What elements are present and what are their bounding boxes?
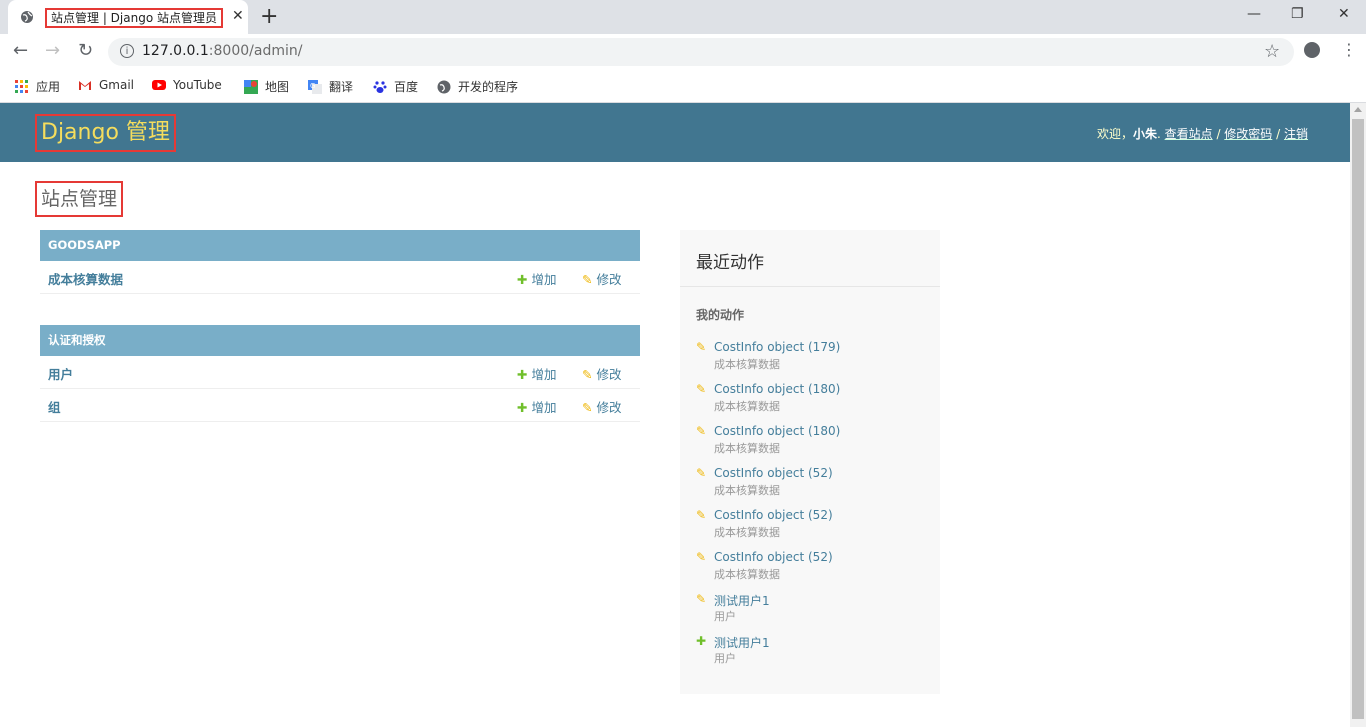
model-link[interactable]: 组 [48, 397, 61, 416]
module-caption[interactable]: GOODSAPP [40, 230, 640, 261]
bookmark-youtube[interactable]: YouTube [152, 78, 222, 92]
kebab-menu-icon[interactable]: ⋮ [1341, 40, 1357, 59]
action-type: 用户 [714, 610, 736, 623]
pencil-icon: ✎ [696, 550, 707, 564]
action-type: 用户 [714, 652, 736, 665]
globe-icon [437, 80, 451, 93]
bookmark-translate[interactable]: G 翻译 [308, 78, 353, 95]
info-icon[interactable]: i [120, 44, 134, 58]
action-link[interactable]: 测试用户1 [714, 634, 770, 651]
pencil-icon: ✎ [696, 508, 707, 522]
action-link[interactable]: CostInfo object (180) [714, 382, 840, 396]
admin-page: Django 管理 欢迎，小朱. 查看站点 / 修改密码 / 注销 站点管理 G… [0, 103, 1350, 727]
add-icon: ✚ [696, 634, 707, 648]
view-site-link[interactable]: 查看站点 [1165, 127, 1213, 141]
back-arrow-icon[interactable]: ← [13, 40, 28, 61]
logout-link[interactable]: 注销 [1284, 127, 1308, 141]
model-row: 成本核算数据 ✚ 增加 ✎ 修改 [40, 261, 640, 294]
forward-arrow-icon[interactable]: → [45, 40, 60, 61]
action-link[interactable]: 测试用户1 [714, 592, 770, 609]
youtube-icon [152, 80, 166, 90]
translate-icon: G [308, 79, 322, 94]
action-type: 成本核算数据 [714, 484, 780, 497]
url-text: 127.0.0.1:8000/admin/ [142, 43, 303, 59]
app-module-goodsapp: GOODSAPP 成本核算数据 ✚ 增加 ✎ 修改 [40, 230, 640, 294]
scrollbar-thumb[interactable] [1352, 119, 1364, 719]
change-link[interactable]: ✎ 修改 [582, 269, 621, 288]
pencil-icon: ✎ [696, 340, 707, 354]
page-title: 站点管理 [35, 181, 124, 217]
bookmark-apps[interactable]: 应用 [15, 78, 60, 95]
change-link[interactable]: ✎ 修改 [582, 397, 621, 416]
action-type: 成本核算数据 [714, 400, 780, 413]
pencil-icon: ✎ [582, 367, 593, 382]
action-link[interactable]: CostInfo object (180) [714, 424, 840, 438]
module-caption[interactable]: 认证和授权 [40, 325, 640, 356]
new-tab-button[interactable]: + [260, 4, 278, 29]
add-icon: ✚ [517, 400, 528, 415]
bookmarks-bar: 应用 Gmail YouTube 地图 G 翻译 百度 开发的程序 [0, 70, 1366, 103]
recent-actions-panel: 最近动作 我的动作 ✎ CostInfo object (179) 成本核算数据… [680, 230, 940, 694]
tab-title: 站点管理 | Django 站点管理员 [45, 8, 223, 28]
action-link[interactable]: CostInfo object (52) [714, 466, 833, 480]
add-link[interactable]: ✚ 增加 [517, 269, 556, 288]
action-type: 成本核算数据 [714, 442, 780, 455]
admin-header: Django 管理 欢迎，小朱. 查看站点 / 修改密码 / 注销 [0, 103, 1350, 162]
bookmark-baidu[interactable]: 百度 [373, 78, 418, 95]
action-type: 成本核算数据 [714, 526, 780, 539]
tab-strip: 站点管理 | Django 站点管理员 ✕ + — ❐ ✕ [0, 0, 1366, 34]
model-link[interactable]: 用户 [48, 364, 73, 383]
change-password-link[interactable]: 修改密码 [1224, 127, 1272, 141]
pencil-icon: ✎ [582, 272, 593, 287]
app-module-auth: 认证和授权 用户 ✚ 增加 ✎ 修改 组 ✚ 增加 ✎ 修改 [40, 325, 640, 422]
globe-icon [21, 11, 33, 23]
model-link[interactable]: 成本核算数据 [48, 269, 123, 288]
apps-grid-icon [15, 79, 28, 93]
action-type: 成本核算数据 [714, 358, 780, 371]
svg-text:G: G [310, 82, 315, 90]
gmail-icon [79, 81, 91, 90]
action-link[interactable]: CostInfo object (52) [714, 508, 833, 522]
change-link[interactable]: ✎ 修改 [582, 364, 621, 383]
window-close-icon[interactable]: ✕ [1338, 6, 1350, 22]
pencil-icon: ✎ [696, 424, 707, 438]
close-tab-icon[interactable]: ✕ [232, 8, 244, 24]
pencil-icon: ✎ [696, 592, 707, 606]
my-actions-title: 我的动作 [696, 308, 745, 322]
reload-icon[interactable]: ↻ [78, 40, 93, 61]
divider [680, 286, 940, 287]
pencil-icon: ✎ [696, 466, 707, 480]
bookmark-star-icon[interactable]: ☆ [1264, 41, 1280, 62]
scroll-up-arrow-icon[interactable] [1354, 107, 1362, 112]
action-link[interactable]: CostInfo object (52) [714, 550, 833, 564]
browser-toolbar: ← → ↻ i 127.0.0.1:8000/admin/ ☆ ⋮ [0, 34, 1366, 70]
add-link[interactable]: ✚ 增加 [517, 397, 556, 416]
minimize-icon[interactable]: — [1247, 6, 1261, 22]
pencil-icon: ✎ [582, 400, 593, 415]
action-link[interactable]: CostInfo object (179) [714, 340, 840, 354]
bookmark-dev-programs[interactable]: 开发的程序 [437, 78, 518, 95]
pencil-icon: ✎ [696, 382, 707, 396]
profile-avatar-icon[interactable] [1304, 42, 1320, 58]
recent-actions-title: 最近动作 [696, 253, 764, 273]
add-icon: ✚ [517, 367, 528, 382]
baidu-paw-icon [373, 80, 387, 93]
username: 小朱 [1132, 127, 1157, 141]
page-scrollbar[interactable] [1350, 103, 1366, 727]
user-tools: 欢迎，小朱. 查看站点 / 修改密码 / 注销 [1096, 127, 1308, 141]
browser-tab[interactable]: 站点管理 | Django 站点管理员 ✕ [8, 0, 248, 34]
add-link[interactable]: ✚ 增加 [517, 364, 556, 383]
action-type: 成本核算数据 [714, 568, 780, 581]
bookmark-maps[interactable]: 地图 [244, 78, 289, 95]
bookmark-gmail[interactable]: Gmail [78, 78, 134, 92]
maps-icon [244, 79, 258, 94]
model-row: 组 ✚ 增加 ✎ 修改 [40, 389, 640, 422]
address-bar[interactable]: i 127.0.0.1:8000/admin/ ☆ [108, 38, 1294, 66]
restore-icon[interactable]: ❐ [1291, 6, 1304, 22]
site-branding[interactable]: Django 管理 [35, 114, 176, 152]
add-icon: ✚ [517, 272, 528, 287]
model-row: 用户 ✚ 增加 ✎ 修改 [40, 356, 640, 389]
